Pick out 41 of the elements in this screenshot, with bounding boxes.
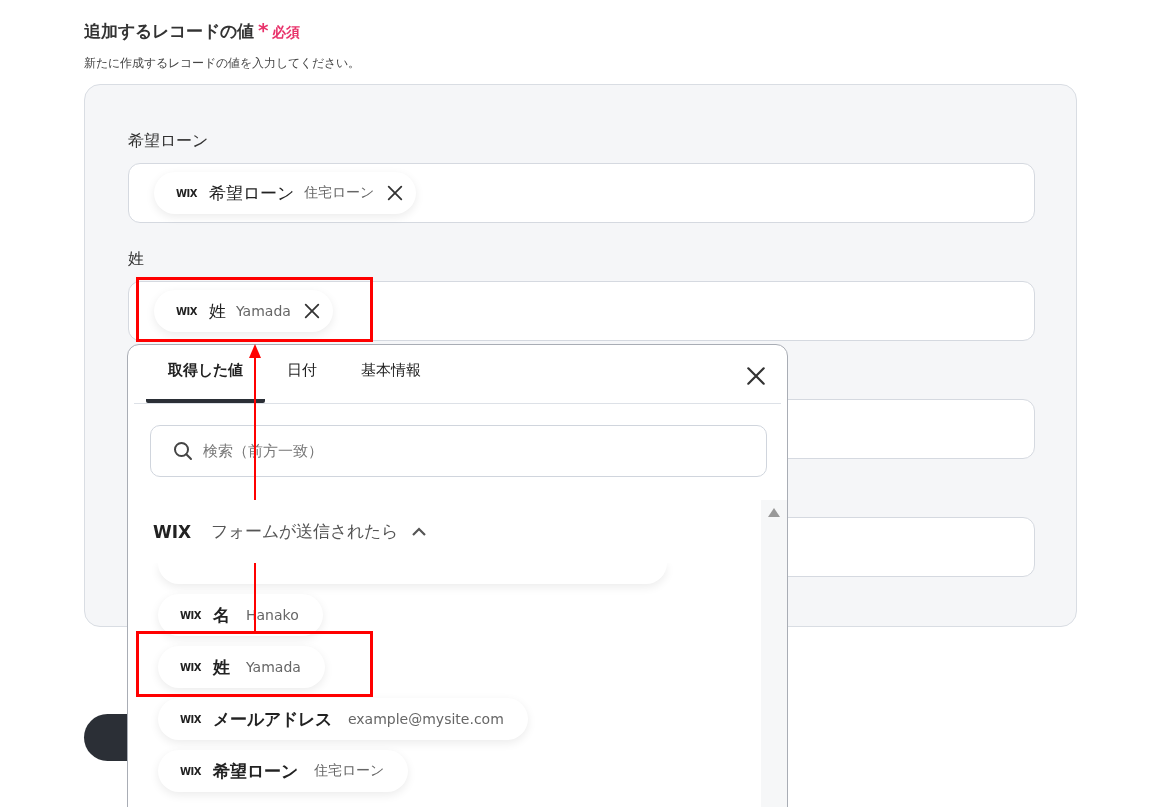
required-label: 必須: [272, 24, 301, 42]
value-chip[interactable]: WIX 姓 Yamada: [154, 290, 333, 332]
service-logo: WIX: [180, 713, 201, 725]
chip-name: 希望ローン: [208, 181, 294, 205]
chip-name: メールアドレス: [212, 707, 332, 731]
list-item[interactable]: WIX メールアドレス example@mysite.com: [158, 698, 528, 740]
tab[interactable]: 日付: [265, 345, 339, 403]
service-logo: WIX: [180, 765, 201, 777]
close-icon[interactable]: [745, 365, 767, 387]
chip-value: 住宅ローン: [313, 762, 384, 780]
list-item[interactable]: WIX 姓 Yamada: [158, 646, 325, 688]
section-description: 新たに作成するレコードの値を入力してください。: [84, 55, 361, 72]
service-logo: WIX: [176, 305, 197, 317]
chip-name: 希望ローン: [212, 759, 298, 783]
service-logo: WIX: [180, 609, 201, 621]
field-label: 希望ローン: [128, 130, 209, 152]
remove-icon[interactable]: [385, 184, 404, 202]
value-chip[interactable]: WIX 希望ローン 住宅ローン: [154, 172, 416, 214]
input-field[interactable]: WIX 姓 Yamada: [128, 281, 1035, 341]
section-title: 追加するレコードの値: [84, 20, 254, 43]
chip-name: 姓: [208, 299, 226, 323]
action-button[interactable]: [84, 714, 127, 761]
chip-value: 住宅ローン: [303, 184, 374, 202]
service-logo: WIX: [180, 661, 201, 673]
scrollbar[interactable]: [761, 500, 787, 807]
service-logo: WIX: [176, 187, 197, 199]
chip-value: example@mysite.com: [347, 711, 504, 727]
field-label: 姓: [128, 248, 145, 270]
input-field[interactable]: WIX 希望ローン 住宅ローン: [128, 163, 1035, 223]
remove-icon[interactable]: [302, 302, 321, 320]
chip-value: Yamada: [245, 659, 301, 675]
tab[interactable]: 基本情報: [339, 345, 443, 403]
group-title: フォームが送信されたら: [211, 520, 399, 543]
search-icon: [173, 441, 193, 461]
required-mark: *: [258, 18, 269, 42]
chevron-up-icon[interactable]: [412, 527, 427, 536]
chip-name: 名: [212, 603, 230, 627]
list-item[interactable]: WIX 希望ローン 住宅ローン: [158, 750, 408, 792]
chip-name: 姓: [212, 655, 230, 679]
service-logo: WIX: [153, 521, 192, 542]
chip-value: Yamada: [235, 303, 291, 319]
